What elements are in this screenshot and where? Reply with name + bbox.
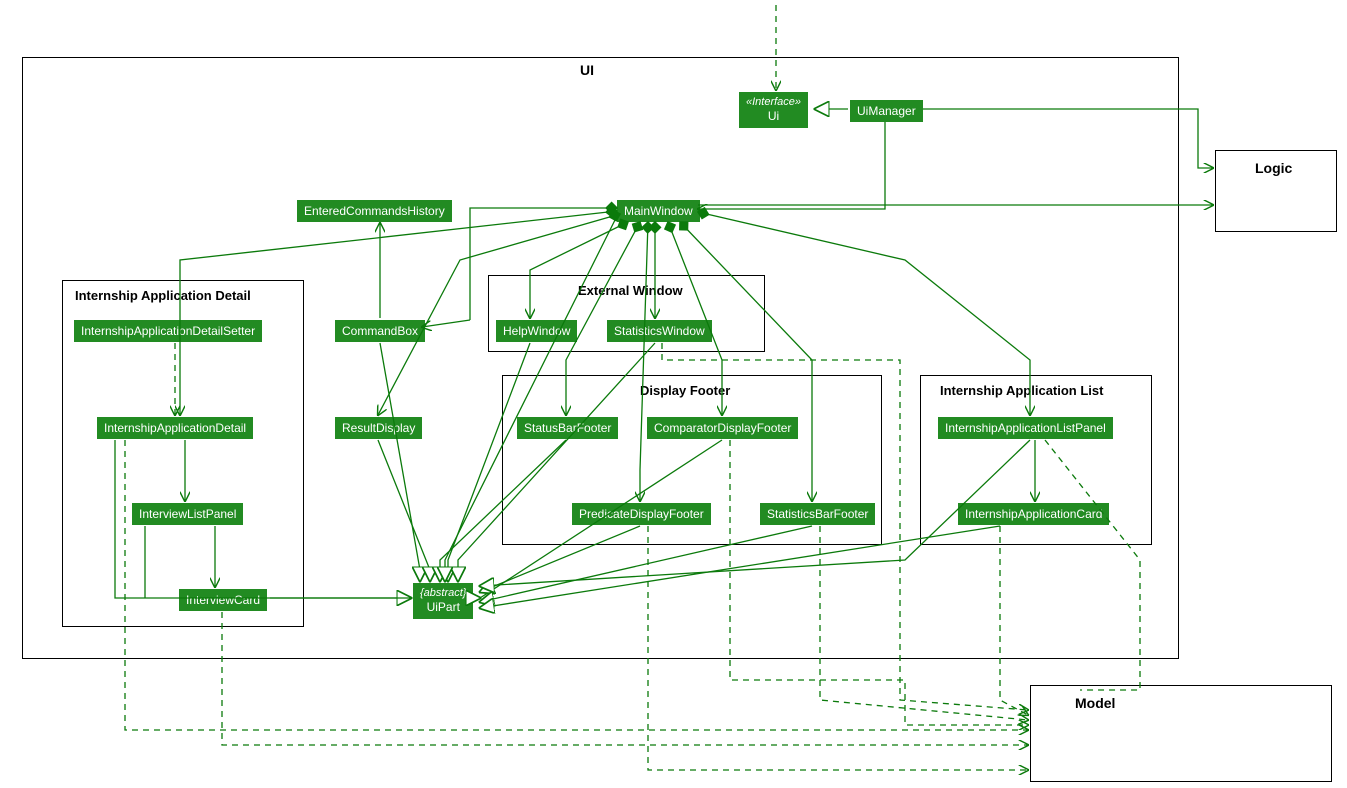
class-commandbox: CommandBox: [335, 320, 425, 342]
class-app-detail-name: InternshipApplicationDetail: [104, 421, 246, 435]
class-interview-card: InterviewCard: [179, 589, 267, 611]
class-interview-card-name: InterviewCard: [186, 593, 260, 607]
class-uimanager-name: UiManager: [857, 104, 916, 118]
class-mainwindow-name: MainWindow: [624, 204, 693, 218]
class-app-card-name: InternshipApplicationCard: [965, 507, 1102, 521]
class-comparator-footer-name: ComparatorDisplayFooter: [654, 421, 791, 435]
class-app-list-panel-name: InternshipApplicationListPanel: [945, 421, 1106, 435]
package-model-label: Model: [1075, 695, 1115, 711]
class-uipart: {abstract} UiPart: [413, 583, 473, 619]
package-ui-label: UI: [580, 62, 594, 78]
class-interview-list-panel-name: InterviewListPanel: [139, 507, 236, 521]
group-footer-label: Display Footer: [640, 383, 730, 398]
class-ui-name: Ui: [746, 109, 801, 123]
package-logic-label: Logic: [1255, 160, 1292, 176]
class-statusbarfooter: StatusBarFooter: [517, 417, 618, 439]
group-applist-label: Internship Application List: [940, 383, 1103, 398]
class-entered-name: EnteredCommandsHistory: [304, 204, 445, 218]
class-helpwindow-name: HelpWindow: [503, 324, 570, 338]
class-interview-list-panel: InterviewListPanel: [132, 503, 243, 525]
class-app-detail: InternshipApplicationDetail: [97, 417, 253, 439]
class-ui-stereo: «Interface»: [746, 96, 801, 109]
class-detail-setter: InternshipApplicationDetailSetter: [74, 320, 262, 342]
class-entered-commands-history: EnteredCommandsHistory: [297, 200, 452, 222]
class-resultdisplay: ResultDisplay: [335, 417, 422, 439]
class-commandbox-name: CommandBox: [342, 324, 418, 338]
class-uipart-name: UiPart: [420, 600, 466, 614]
class-statistics-bar-footer-name: StatisticsBarFooter: [767, 507, 868, 521]
class-app-list-panel: InternshipApplicationListPanel: [938, 417, 1113, 439]
class-statusbarfooter-name: StatusBarFooter: [524, 421, 611, 435]
class-comparator-footer: ComparatorDisplayFooter: [647, 417, 798, 439]
class-statistics-bar-footer: StatisticsBarFooter: [760, 503, 875, 525]
class-statisticswindow-name: StatisticsWindow: [614, 324, 705, 338]
class-uipart-stereo: {abstract}: [420, 587, 466, 600]
class-app-card: InternshipApplicationCard: [958, 503, 1109, 525]
class-detail-setter-name: InternshipApplicationDetailSetter: [81, 324, 255, 338]
class-resultdisplay-name: ResultDisplay: [342, 421, 415, 435]
class-statisticswindow: StatisticsWindow: [607, 320, 712, 342]
class-mainwindow: MainWindow: [617, 200, 700, 222]
group-detail-label: Internship Application Detail: [75, 288, 251, 303]
class-ui-interface: «Interface» Ui: [739, 92, 808, 128]
diagram-canvas: UI Logic Model Internship Application De…: [0, 0, 1347, 788]
class-predicate-footer: PredicateDisplayFooter: [572, 503, 711, 525]
group-extwin-label: External Window: [578, 283, 683, 298]
class-helpwindow: HelpWindow: [496, 320, 577, 342]
class-predicate-footer-name: PredicateDisplayFooter: [579, 507, 704, 521]
class-uimanager: UiManager: [850, 100, 923, 122]
